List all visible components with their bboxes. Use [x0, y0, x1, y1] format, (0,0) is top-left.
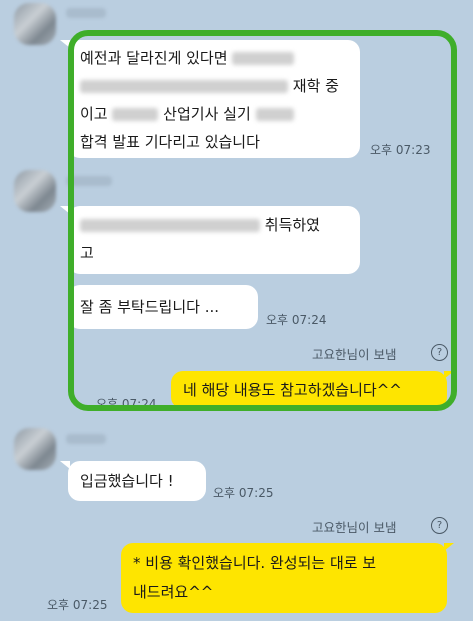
- message-time: 오후 07:25: [47, 598, 108, 612]
- message-text: 입금했습니다 !: [80, 472, 174, 490]
- sent-message-bubble: * 비용 확인했습니다. 완성되는 대로 보 내드려요^^: [121, 543, 447, 613]
- message-bubble: 입금했습니다 !: [68, 461, 206, 501]
- message-text: 내드려요^^: [133, 583, 214, 601]
- highlight-frame: [68, 30, 457, 411]
- profile-avatar[interactable]: [14, 170, 56, 212]
- message-text: * 비용 확인했습니다. 완성되는 대로 보: [133, 554, 377, 572]
- message-time: 오후 07:25: [213, 486, 274, 500]
- sender-name-blurred: [66, 434, 106, 444]
- profile-avatar[interactable]: [14, 428, 56, 470]
- sender-name-blurred: [66, 8, 106, 18]
- help-icon[interactable]: ?: [431, 517, 448, 534]
- bubble-tail: [444, 543, 454, 551]
- sent-by-label: 고요한님이 보냄: [312, 520, 397, 535]
- bubble-tail: [60, 461, 70, 469]
- profile-avatar[interactable]: [14, 3, 56, 45]
